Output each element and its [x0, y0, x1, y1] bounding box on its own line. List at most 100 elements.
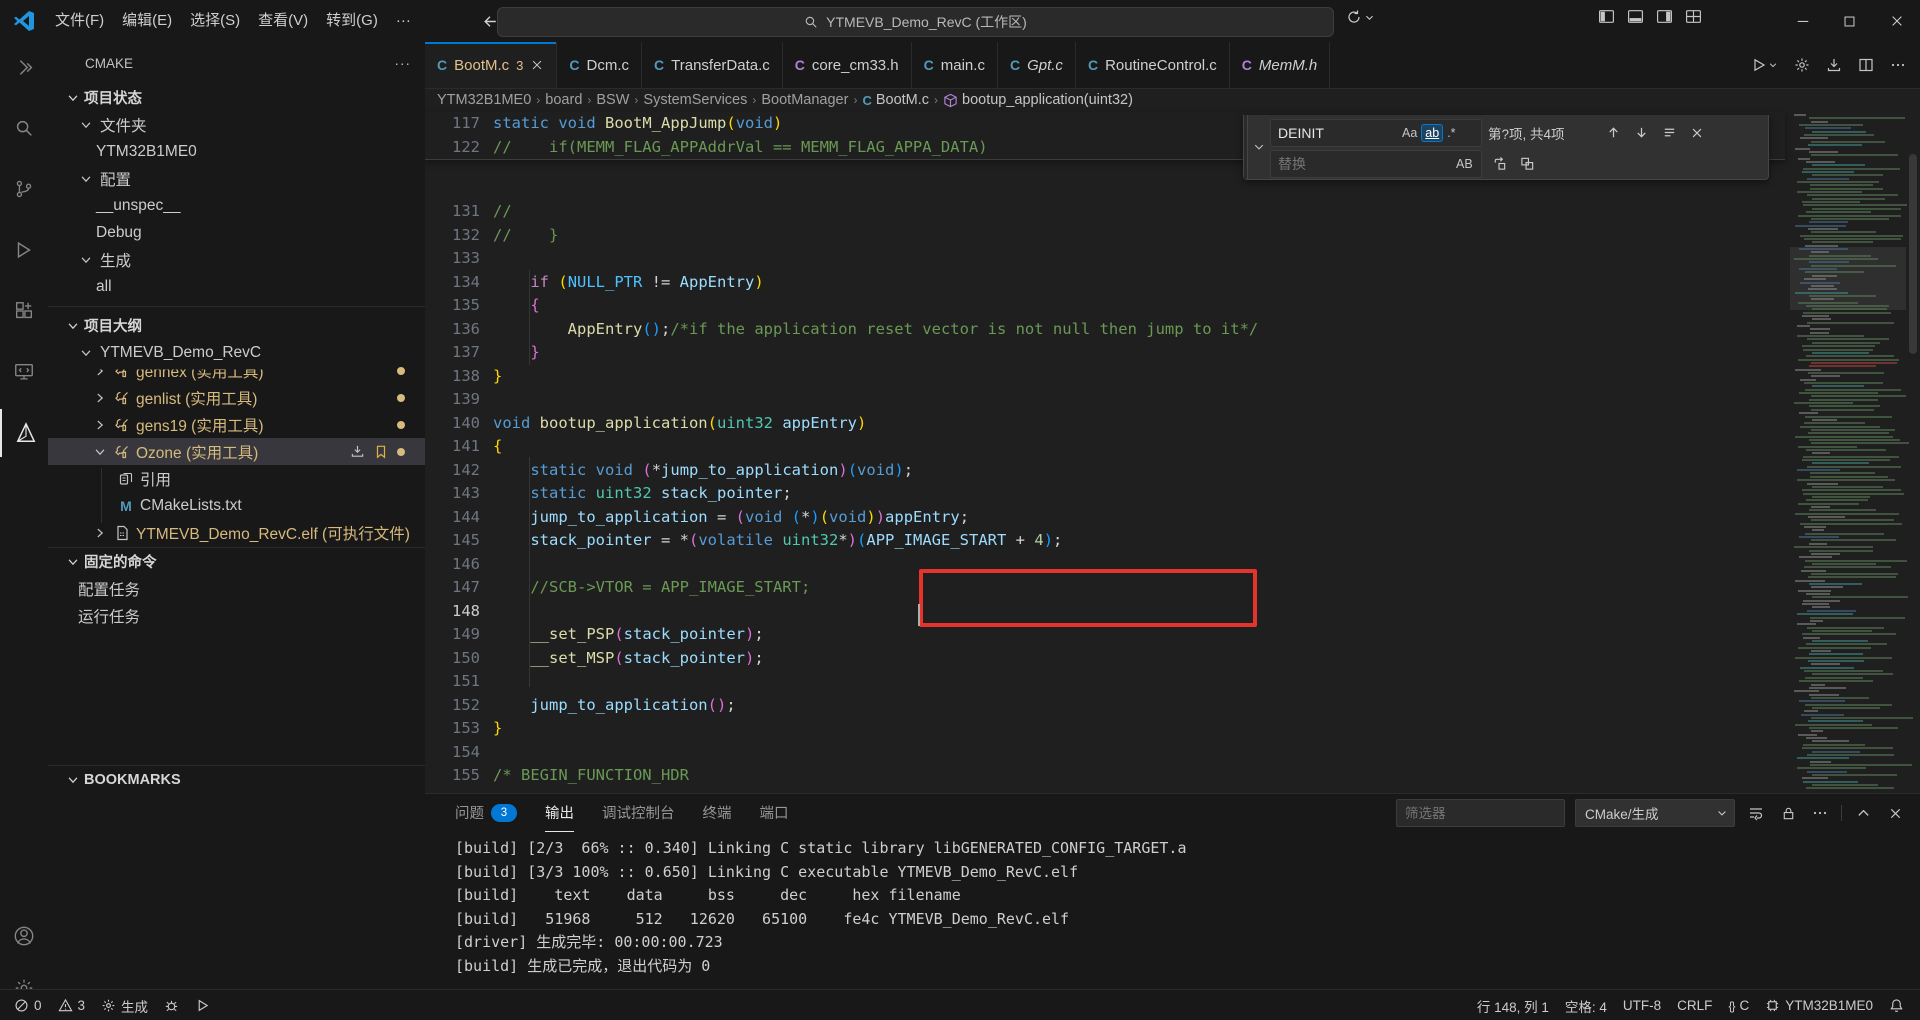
- code-line-131[interactable]: //: [493, 200, 512, 224]
- explorer-icon[interactable]: [0, 43, 48, 91]
- code-line-138[interactable]: }: [493, 365, 502, 389]
- output-log[interactable]: [build] [2/3 66% :: 0.340] Linking C sta…: [455, 837, 1187, 978]
- notifications-bell[interactable]: [1881, 993, 1912, 1018]
- lock-scroll-icon[interactable]: [1777, 802, 1799, 824]
- panel-tab-端口[interactable]: 端口: [760, 794, 789, 831]
- code-line-153[interactable]: }: [493, 717, 502, 741]
- settings-gear-icon[interactable]: [1794, 57, 1810, 73]
- replace-icon[interactable]: [1488, 153, 1510, 175]
- source-control-icon[interactable]: [0, 165, 48, 213]
- code-line-140[interactable]: void bootup_application(uint32 appEntry): [493, 412, 866, 436]
- breadcrumb-item-BootM.c[interactable]: CBootM.c: [862, 92, 929, 108]
- toggle-secondary-sidebar-icon[interactable]: [1656, 8, 1673, 25]
- close-tab-icon[interactable]: [530, 58, 544, 72]
- cmake-debug-button[interactable]: [156, 993, 187, 1018]
- breadcrumb-item-BootManager[interactable]: BootManager: [761, 92, 848, 108]
- account-icon[interactable]: [0, 912, 48, 960]
- code-line-141[interactable]: {: [493, 435, 502, 459]
- refresh-button[interactable]: [1346, 9, 1375, 25]
- tree-item-引用[interactable]: 引用: [48, 465, 425, 492]
- language-mode[interactable]: {}C: [1720, 993, 1757, 1018]
- minimap[interactable]: [1790, 112, 1906, 793]
- code-line-143[interactable]: static uint32 stack_pointer;: [493, 482, 792, 506]
- search-icon[interactable]: [0, 104, 48, 152]
- more-actions-icon[interactable]: [1890, 57, 1906, 73]
- breadcrumb-item-YTM32B1ME0[interactable]: YTM32B1ME0: [437, 92, 531, 108]
- maximize-button[interactable]: [1826, 0, 1873, 42]
- pinned-command-配置任务[interactable]: 配置任务: [48, 575, 425, 602]
- panel-more-icon[interactable]: [1809, 802, 1831, 824]
- tab-main.c[interactable]: Cmain.c: [912, 42, 998, 88]
- whole-word-toggle[interactable]: ab: [1421, 124, 1443, 142]
- cmake-icon[interactable]: [0, 409, 50, 457]
- breadcrumb-item-board[interactable]: board: [545, 92, 582, 108]
- tree-item-生成[interactable]: 生成: [48, 246, 425, 273]
- editor-scrollbar[interactable]: [1906, 112, 1920, 793]
- code-line-149[interactable]: __set_PSP(stack_pointer);: [493, 623, 764, 647]
- menu-V[interactable]: 查看(V): [249, 7, 317, 35]
- flash-target-icon[interactable]: [350, 444, 365, 459]
- tab-BootM.c[interactable]: CBootM.c3: [425, 42, 557, 88]
- customize-layout-icon[interactable]: [1685, 8, 1702, 25]
- tree-item-配置[interactable]: 配置: [48, 165, 425, 192]
- code-line-134[interactable]: if (NULL_PTR != AppEntry): [493, 271, 764, 295]
- breadcrumb-item-BSW[interactable]: BSW: [596, 92, 629, 108]
- section-header-项目大纲[interactable]: 项目大纲: [48, 312, 425, 339]
- code-line-144[interactable]: jump_to_application = (void (*)(void))ap…: [493, 506, 969, 530]
- tab-RoutineControl.c[interactable]: CRoutineControl.c: [1076, 42, 1230, 88]
- menu-more[interactable]: ···: [387, 7, 420, 35]
- close-find-icon[interactable]: [1686, 122, 1708, 144]
- output-filter-input[interactable]: [1397, 806, 1563, 821]
- tree-item-genlist-实用工具-[interactable]: genlist (实用工具): [48, 384, 425, 411]
- toggle-panel-icon[interactable]: [1627, 8, 1644, 25]
- replace-input-box[interactable]: AB: [1270, 150, 1482, 178]
- install-tray-icon[interactable]: [1826, 57, 1842, 73]
- toggle-replace-chevron[interactable]: [1248, 115, 1270, 179]
- code-line-122[interactable]: // if(MEMM_FLAG_APPAddrVal == MEMM_FLAG_…: [493, 136, 988, 160]
- find-input[interactable]: [1271, 125, 1398, 141]
- tree-item-Debug[interactable]: Debug: [48, 219, 425, 246]
- match-case-toggle[interactable]: Aa: [1398, 124, 1421, 142]
- breadcrumb-item-bootup_application-uint32-[interactable]: bootup_application(uint32): [943, 92, 1133, 108]
- tab-Gpt.c[interactable]: CGpt.c: [998, 42, 1076, 88]
- code-line-150[interactable]: __set_MSP(stack_pointer);: [493, 647, 764, 671]
- panel-close-icon[interactable]: [1884, 802, 1906, 824]
- panel-maximize-icon[interactable]: [1852, 802, 1874, 824]
- panel-tab-问题[interactable]: 问题3: [455, 794, 517, 831]
- tree-item-YTMEVB_Demo_RevC.elf-可执行文件-[interactable]: YTMEVB_Demo_RevC.elf (可执行文件): [48, 519, 425, 546]
- run-menu-button[interactable]: [1751, 57, 1778, 73]
- code-line-136[interactable]: AppEntry();/*if the application reset ve…: [493, 318, 1258, 342]
- panel-tab-调试控制台[interactable]: 调试控制台: [602, 794, 675, 831]
- tree-item-YTM32B1ME0[interactable]: YTM32B1ME0: [48, 138, 425, 165]
- code-line-152[interactable]: jump_to_application();: [493, 694, 736, 718]
- menu-S[interactable]: 选择(S): [181, 7, 249, 35]
- tree-item-Ozone-实用工具-[interactable]: Ozone (实用工具): [48, 438, 425, 465]
- errors-indicator[interactable]: 0: [6, 993, 50, 1018]
- bookmarks-section[interactable]: BOOKMARKS: [48, 765, 425, 793]
- next-match-icon[interactable]: [1630, 122, 1652, 144]
- section-header-项目状态[interactable]: 项目状态: [48, 84, 425, 111]
- run-debug-icon[interactable]: [0, 226, 48, 274]
- code-line-145[interactable]: stack_pointer = *(volatile uint32*)(APP_…: [493, 529, 1062, 553]
- cmake-build-button[interactable]: 生成: [93, 993, 156, 1018]
- code-area[interactable]: 131//132// }133134 if (NULL_PTR != AppEn…: [425, 112, 1785, 793]
- tree-item-all[interactable]: all: [48, 273, 425, 300]
- code-line-132[interactable]: // }: [493, 224, 558, 248]
- panel-tab-输出[interactable]: 输出: [545, 794, 574, 832]
- tree-item-__unspec__[interactable]: __unspec__: [48, 192, 425, 219]
- sidebar-more-actions[interactable]: ···: [395, 56, 412, 71]
- word-wrap-icon[interactable]: [1745, 802, 1767, 824]
- tree-item-CMakeLists.txt[interactable]: MCMakeLists.txt: [48, 492, 425, 519]
- command-center-search[interactable]: YTMEVB_Demo_RevC (工作区): [497, 7, 1334, 37]
- warnings-indicator[interactable]: 3: [50, 993, 94, 1018]
- tree-item-文件夹[interactable]: 文件夹: [48, 111, 425, 138]
- tab-MemM.h[interactable]: CMemM.h: [1230, 42, 1330, 88]
- cursor-position[interactable]: 行 148, 列 1: [1469, 993, 1557, 1018]
- extensions-icon[interactable]: [0, 287, 48, 335]
- code-line-147[interactable]: //SCB->VTOR = APP_IMAGE_START;: [493, 576, 810, 600]
- find-in-selection-icon[interactable]: [1658, 122, 1680, 144]
- code-line-137[interactable]: }: [493, 341, 540, 365]
- find-input-box[interactable]: Aa ab .*: [1270, 119, 1482, 147]
- code-line-135[interactable]: {: [493, 294, 540, 318]
- eol[interactable]: CRLF: [1669, 993, 1720, 1018]
